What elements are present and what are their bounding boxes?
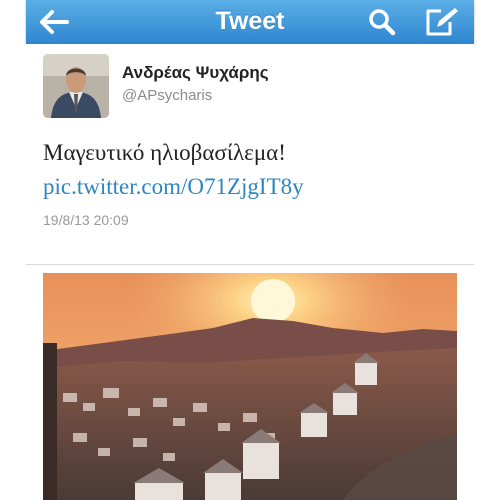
- tweet-media-link[interactable]: pic.twitter.com/O71ZjgIT8y: [43, 174, 304, 200]
- compose-icon: [426, 8, 458, 36]
- tweet-detail: Ανδρέας Ψυχάρης @APsycharis Μαγευτικό ηλ…: [26, 44, 474, 500]
- tweet-text: Μαγευτικό ηλιοβασίλεμα!: [43, 140, 286, 165]
- tweet-photo[interactable]: [43, 273, 457, 500]
- author-name[interactable]: Ανδρέας Ψυχάρης: [122, 63, 269, 83]
- nav-title: Tweet: [215, 7, 285, 35]
- author-handle[interactable]: @APsycharis: [122, 87, 212, 104]
- compose-button[interactable]: [424, 6, 460, 38]
- avatar-photo: [43, 54, 109, 118]
- search-button[interactable]: [367, 7, 397, 37]
- sunset-photo: [43, 273, 457, 500]
- avatar[interactable]: [43, 54, 109, 118]
- navigation-bar: Tweet: [26, 0, 474, 44]
- divider: [26, 264, 474, 265]
- tweet-timestamp: 19/8/13 20:09: [43, 212, 129, 228]
- search-icon: [369, 9, 396, 36]
